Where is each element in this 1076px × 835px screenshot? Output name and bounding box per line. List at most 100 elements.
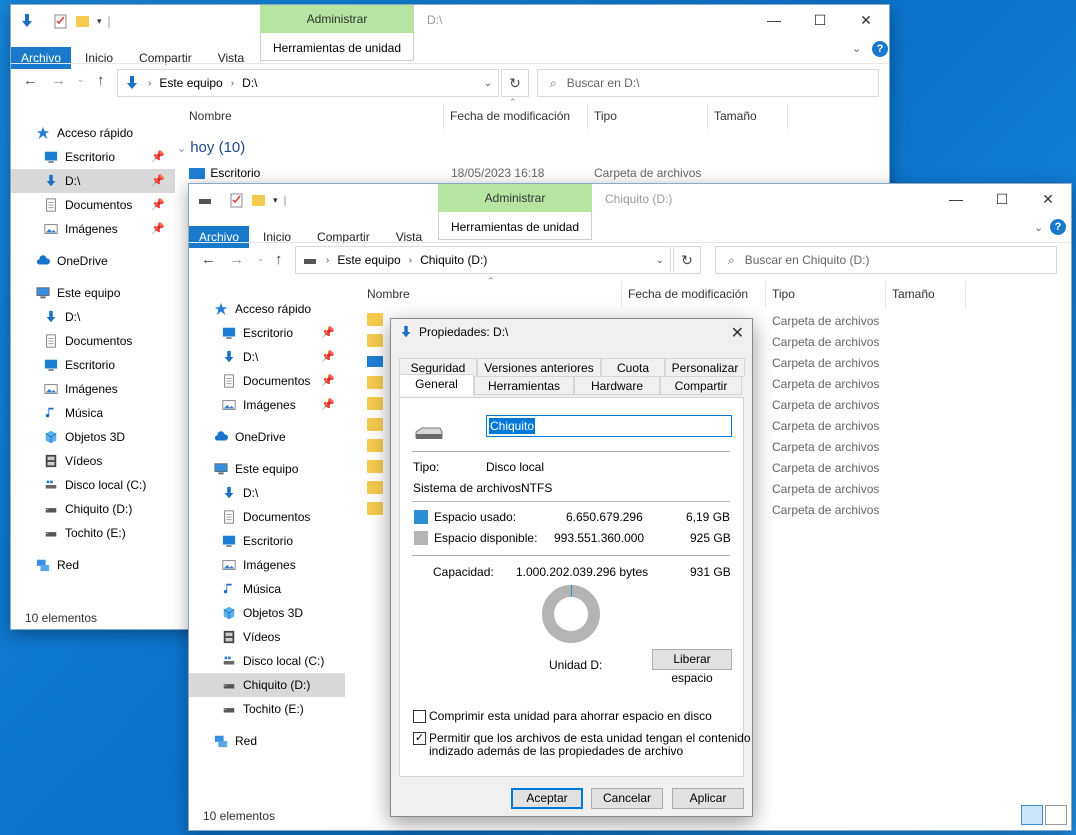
tab-herramientas-de-unidad[interactable]: Herramientas de unidad	[438, 212, 592, 240]
liberar-espacio-button[interactable]: Liberar espacio	[652, 649, 732, 685]
search-input[interactable]: ⌕ Buscar en Chiquito (D:)	[715, 246, 1057, 274]
forward-arrow-icon[interactable]: →	[51, 72, 66, 89]
nav-item[interactable]: Red	[11, 553, 175, 577]
close-icon[interactable]: ✕	[1025, 184, 1071, 214]
recent-chevron-icon[interactable]: ⌄	[257, 253, 265, 264]
tab-hardware[interactable]: Hardware	[574, 376, 660, 395]
nav-item[interactable]: Disco local (C:)	[11, 473, 175, 497]
nav-item[interactable]: Imágenes 📌	[189, 393, 345, 417]
pin-icon[interactable]: 📌	[321, 321, 335, 345]
breadcrumb-drive[interactable]: D:\	[242, 76, 257, 90]
column-tipo[interactable]: Tipo	[588, 103, 708, 129]
tab-personalizar[interactable]: Personalizar	[665, 358, 745, 377]
properties-icon[interactable]	[53, 13, 69, 29]
search-input[interactable]: ⌕ Buscar en D:\	[537, 69, 879, 97]
nav-item[interactable]: Este equipo	[11, 281, 175, 305]
address-bar[interactable]: › Este equipo › D:\ ⌄	[117, 69, 499, 97]
nav-item[interactable]: Acceso rápido	[11, 121, 175, 145]
nav-item[interactable]: OneDrive	[189, 425, 345, 449]
nav-item[interactable]: Música	[189, 577, 345, 601]
drive-name-field[interactable]: Chiquito	[486, 415, 732, 437]
tab-herramientas-de-unidad[interactable]: Herramientas de unidad	[260, 33, 414, 61]
address-dropdown-icon[interactable]: ⌄	[656, 255, 664, 266]
index-checkbox[interactable]: ✓	[413, 732, 426, 745]
close-icon[interactable]: ✕	[843, 5, 889, 35]
nav-item[interactable]: Música	[11, 401, 175, 425]
breadcrumb-drive[interactable]: Chiquito (D:)	[420, 253, 487, 267]
nav-item[interactable]: D:\	[189, 481, 345, 505]
recent-chevron-icon[interactable]: ⌄	[77, 74, 85, 85]
compress-checkbox[interactable]	[413, 710, 426, 723]
column-fecha[interactable]: Fecha de modificación	[622, 281, 766, 307]
pin-icon[interactable]: 📌	[151, 217, 165, 241]
pin-icon[interactable]: 📌	[321, 393, 335, 417]
nav-item[interactable]: Documentos	[11, 329, 175, 353]
nav-item[interactable]: Imágenes 📌	[11, 217, 175, 241]
minimize-icon[interactable]: —	[933, 184, 979, 214]
group-header[interactable]: ⌄ hoy (10)	[177, 139, 245, 156]
back-arrow-icon[interactable]: ←	[201, 251, 216, 268]
column-tamano[interactable]: Tamaño	[708, 103, 788, 129]
breadcrumb-este-equipo[interactable]: Este equipo	[159, 76, 222, 90]
back-arrow-icon[interactable]: ←	[23, 72, 38, 89]
column-tamano[interactable]: Tamaño	[886, 281, 966, 307]
qat-dropdown-icon[interactable]: ▾	[273, 195, 278, 206]
help-icon[interactable]: ?	[1050, 219, 1066, 235]
pin-icon[interactable]: 📌	[321, 369, 335, 393]
list-item[interactable]: Escritorio 18/05/2023 16:18 Carpeta de a…	[189, 166, 789, 180]
maximize-icon[interactable]: ☐	[979, 184, 1025, 214]
nav-item[interactable]: Documentos 📌	[189, 369, 345, 393]
nav-item[interactable]: Documentos	[189, 505, 345, 529]
nav-item[interactable]: Este equipo	[189, 457, 345, 481]
nav-item[interactable]: Tochito (E:)	[11, 521, 175, 545]
nav-item[interactable]: D:\ 📌	[189, 345, 345, 369]
nav-item[interactable]: OneDrive	[11, 249, 175, 273]
nav-item[interactable]: Imágenes	[189, 553, 345, 577]
nav-item[interactable]: Acceso rápido	[189, 297, 345, 321]
nav-item[interactable]: D:\	[11, 305, 175, 329]
tab-versiones-anteriores[interactable]: Versiones anteriores	[477, 358, 601, 377]
new-folder-icon[interactable]	[251, 192, 267, 208]
address-dropdown-icon[interactable]: ⌄	[484, 78, 492, 89]
help-icon[interactable]: ?	[872, 41, 888, 57]
forward-arrow-icon[interactable]: →	[229, 251, 244, 268]
pin-icon[interactable]: 📌	[151, 193, 165, 217]
pin-icon[interactable]: 📌	[151, 169, 165, 193]
ribbon-collapse-icon[interactable]: ⌄	[852, 42, 861, 55]
minimize-icon[interactable]: —	[751, 5, 797, 35]
nav-item[interactable]: Objetos 3D	[189, 601, 345, 625]
address-bar[interactable]: › Este equipo › Chiquito (D:) ⌄	[295, 246, 671, 274]
up-arrow-icon[interactable]: ↑	[275, 251, 283, 268]
nav-item[interactable]: Documentos 📌	[11, 193, 175, 217]
column-nombre[interactable]: Nombre	[183, 103, 444, 129]
column-tipo[interactable]: Tipo	[766, 281, 886, 307]
ok-button[interactable]: Aceptar	[511, 788, 583, 809]
pin-icon[interactable]: 📌	[151, 145, 165, 169]
nav-item[interactable]: Escritorio	[189, 529, 345, 553]
nav-item[interactable]: Vídeos	[11, 449, 175, 473]
refresh-icon[interactable]: ↻	[501, 69, 529, 97]
nav-item[interactable]: Disco local (C:)	[189, 649, 345, 673]
up-arrow-icon[interactable]: ↑	[97, 72, 105, 89]
ribbon-collapse-icon[interactable]: ⌄	[1034, 221, 1043, 234]
nav-item[interactable]: Red	[189, 729, 345, 753]
tab-cuota[interactable]: Cuota	[601, 358, 665, 377]
nav-item[interactable]: D:\ 📌	[11, 169, 175, 193]
nav-item[interactable]: Escritorio 📌	[11, 145, 175, 169]
details-view-icon[interactable]	[1021, 805, 1043, 825]
nav-item[interactable]: Vídeos	[189, 625, 345, 649]
breadcrumb-este-equipo[interactable]: Este equipo	[337, 253, 400, 267]
new-folder-icon[interactable]	[75, 13, 91, 29]
pin-icon[interactable]: 📌	[321, 345, 335, 369]
nav-item[interactable]: Chiquito (D:)	[189, 673, 345, 697]
nav-item[interactable]: Imágenes	[11, 377, 175, 401]
maximize-icon[interactable]: ☐	[797, 5, 843, 35]
large-icons-view-icon[interactable]	[1045, 805, 1067, 825]
dialog-close-icon[interactable]: ✕	[731, 323, 744, 343]
tab-herramientas[interactable]: Herramientas	[474, 376, 574, 395]
tab-general[interactable]: General	[399, 374, 474, 396]
refresh-icon[interactable]: ↻	[673, 246, 701, 274]
nav-item[interactable]: Tochito (E:)	[189, 697, 345, 721]
properties-icon[interactable]	[229, 192, 245, 208]
qat-dropdown-icon[interactable]: ▾	[97, 16, 102, 27]
